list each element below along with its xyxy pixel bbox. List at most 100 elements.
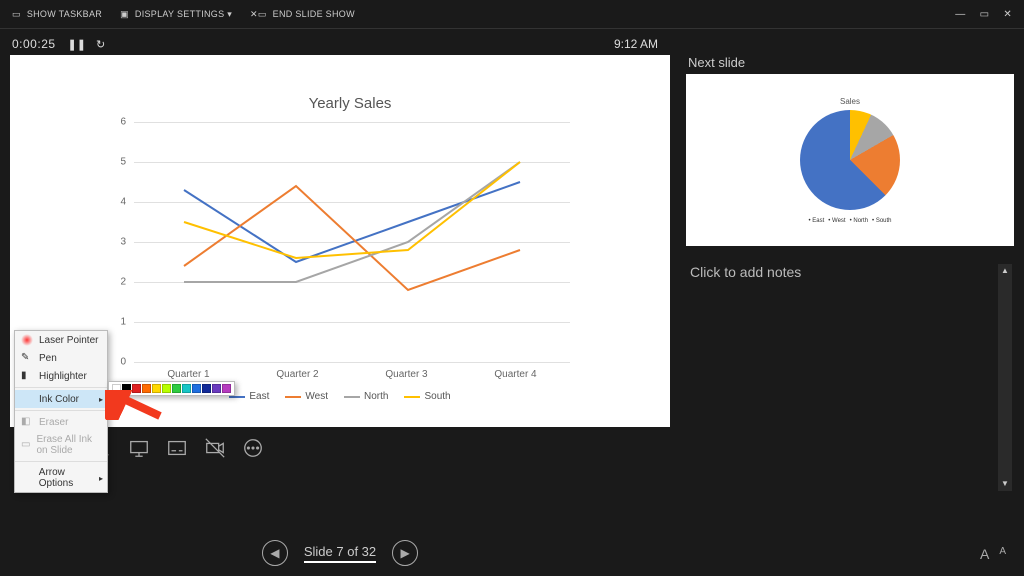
close-button[interactable]: ✕ bbox=[1003, 9, 1012, 20]
blank-icon bbox=[21, 393, 33, 405]
laser-pointer-label: Laser Pointer bbox=[39, 335, 98, 346]
scroll-down-icon[interactable]: ▼ bbox=[998, 477, 1012, 491]
pie-chart-icon bbox=[800, 110, 900, 210]
black-screen-button[interactable] bbox=[128, 437, 150, 459]
scroll-up-icon[interactable]: ▲ bbox=[998, 264, 1012, 278]
timer-row: 0:00:25 ❚❚ ↻ 9:12 AM bbox=[0, 33, 1024, 55]
subtitle-button[interactable] bbox=[166, 437, 188, 459]
font-size-controls: A A bbox=[980, 546, 1006, 562]
camera-off-button[interactable] bbox=[204, 437, 226, 459]
color-swatch[interactable] bbox=[152, 384, 161, 393]
next-slide-button[interactable]: ▶ bbox=[392, 540, 418, 566]
chart-title: Yearly Sales bbox=[110, 95, 590, 112]
submenu-arrow-icon: ▸ bbox=[99, 395, 103, 404]
x-tick: Quarter 4 bbox=[494, 369, 536, 380]
display-settings-button[interactable]: ▣ DISPLAY SETTINGS ▾ bbox=[120, 9, 232, 20]
pen-item[interactable]: ✎ Pen bbox=[15, 349, 107, 367]
y-tick: 3 bbox=[120, 237, 126, 248]
font-bigger-button[interactable]: A bbox=[980, 546, 989, 562]
erase-all-icon: ▭ bbox=[21, 439, 30, 451]
y-tick: 5 bbox=[120, 157, 126, 168]
ink-color-item[interactable]: Ink Color ▸ bbox=[15, 390, 107, 408]
x-tick: Quarter 3 bbox=[385, 369, 427, 380]
restore-button[interactable]: ▭ bbox=[980, 9, 990, 20]
pen-icon: ✎ bbox=[21, 352, 33, 364]
series-line bbox=[184, 162, 520, 258]
x-tick: Quarter 1 bbox=[167, 369, 209, 380]
more-options-button[interactable] bbox=[242, 437, 264, 459]
color-swatch[interactable] bbox=[222, 384, 231, 393]
taskbar-icon: ▭ bbox=[12, 9, 21, 20]
pie-legend: • East• West• North• South bbox=[808, 218, 891, 224]
color-swatch[interactable] bbox=[132, 384, 141, 393]
pen-popup-menu: Laser Pointer ✎ Pen ▮ Highlighter Ink Colo… bbox=[14, 330, 108, 493]
divider bbox=[0, 28, 1024, 29]
color-swatch[interactable] bbox=[122, 384, 131, 393]
legend-item: South bbox=[404, 391, 450, 402]
y-tick: 1 bbox=[120, 317, 126, 328]
eraser-icon: ◧ bbox=[21, 416, 33, 428]
current-slide[interactable]: Yearly Sales 0 1 2 3 4 5 6 Quarter 1 Quarter 2 Q… bbox=[10, 55, 670, 427]
color-swatch[interactable] bbox=[182, 384, 191, 393]
window-controls: — ▭ ✕ bbox=[955, 9, 1012, 20]
laser-pointer-item[interactable]: Laser Pointer bbox=[15, 331, 107, 349]
pie-title: Sales bbox=[840, 97, 860, 106]
highlighter-item[interactable]: ▮ Highlighter bbox=[15, 367, 107, 385]
erase-all-label: Erase All Ink on Slide bbox=[36, 434, 101, 456]
notes-placeholder: Click to add notes bbox=[690, 264, 801, 280]
color-swatch[interactable] bbox=[172, 384, 181, 393]
series-line bbox=[184, 182, 520, 262]
y-tick: 6 bbox=[120, 117, 126, 128]
monitor-icon: ▣ bbox=[120, 9, 129, 20]
end-icon: ✕▭ bbox=[250, 9, 267, 20]
reset-timer-button[interactable]: ↻ bbox=[96, 38, 105, 51]
y-tick: 4 bbox=[120, 197, 126, 208]
prev-slide-button[interactable]: ◀ bbox=[262, 540, 288, 566]
legend-item: East bbox=[229, 391, 269, 402]
end-slideshow-label: END SLIDE SHOW bbox=[273, 9, 355, 19]
ink-color-label: Ink Color bbox=[39, 394, 79, 405]
next-slide-label: Next slide bbox=[686, 55, 1014, 74]
pen-label: Pen bbox=[39, 353, 57, 364]
submenu-arrow-icon: ▸ bbox=[99, 474, 103, 483]
gridline bbox=[134, 362, 570, 363]
font-smaller-button[interactable]: A bbox=[999, 546, 1006, 562]
y-tick: 2 bbox=[120, 277, 126, 288]
color-swatch[interactable] bbox=[112, 384, 121, 393]
arrow-options-label: Arrow Options bbox=[39, 467, 101, 489]
color-swatch[interactable] bbox=[162, 384, 171, 393]
notes-pane[interactable]: Click to add notes ▲ ▼ bbox=[686, 260, 1014, 495]
clock-time: 9:12 AM bbox=[614, 37, 658, 51]
y-tick: 0 bbox=[120, 357, 126, 368]
elapsed-time: 0:00:25 bbox=[12, 37, 56, 51]
erase-all-item: ▭ Erase All Ink on Slide bbox=[15, 431, 107, 459]
eraser-item: ◧ Eraser bbox=[15, 413, 107, 431]
pause-timer-button[interactable]: ❚❚ bbox=[68, 38, 86, 51]
ink-color-submenu bbox=[108, 381, 235, 396]
highlighter-icon: ▮ bbox=[21, 370, 33, 382]
color-swatch[interactable] bbox=[212, 384, 221, 393]
x-tick: Quarter 2 bbox=[276, 369, 318, 380]
color-swatch[interactable] bbox=[192, 384, 201, 393]
show-taskbar-label: SHOW TASKBAR bbox=[27, 9, 102, 19]
eraser-label: Eraser bbox=[39, 417, 68, 428]
next-slide-preview[interactable]: Sales • East• West• North• South bbox=[686, 74, 1014, 246]
legend-item: West bbox=[285, 391, 328, 402]
laser-icon bbox=[21, 334, 33, 346]
presenter-top-toolbar: ▭ SHOW TASKBAR ▣ DISPLAY SETTINGS ▾ ✕▭ E… bbox=[0, 0, 1024, 28]
presenter-tool-row bbox=[10, 427, 670, 469]
chart-plot-area: 0123456 Quarter 1Quarter 2Quarter 3Quart… bbox=[110, 122, 570, 362]
blank-icon bbox=[21, 472, 33, 484]
slide-nav: ◀ Slide 7 of 32 ▶ bbox=[0, 540, 680, 566]
color-swatch[interactable] bbox=[202, 384, 211, 393]
display-settings-label: DISPLAY SETTINGS ▾ bbox=[135, 9, 232, 20]
notes-scrollbar[interactable]: ▲ ▼ bbox=[998, 264, 1012, 491]
show-taskbar-button[interactable]: ▭ SHOW TASKBAR bbox=[12, 9, 102, 20]
legend-item: North bbox=[344, 391, 388, 402]
end-slideshow-button[interactable]: ✕▭ END SLIDE SHOW bbox=[250, 9, 355, 20]
arrow-options-item[interactable]: Arrow Options▸ bbox=[15, 464, 107, 492]
minimize-button[interactable]: — bbox=[955, 9, 965, 20]
highlighter-label: Highlighter bbox=[39, 371, 87, 382]
color-swatch[interactable] bbox=[142, 384, 151, 393]
slide-counter[interactable]: Slide 7 of 32 bbox=[304, 544, 376, 563]
